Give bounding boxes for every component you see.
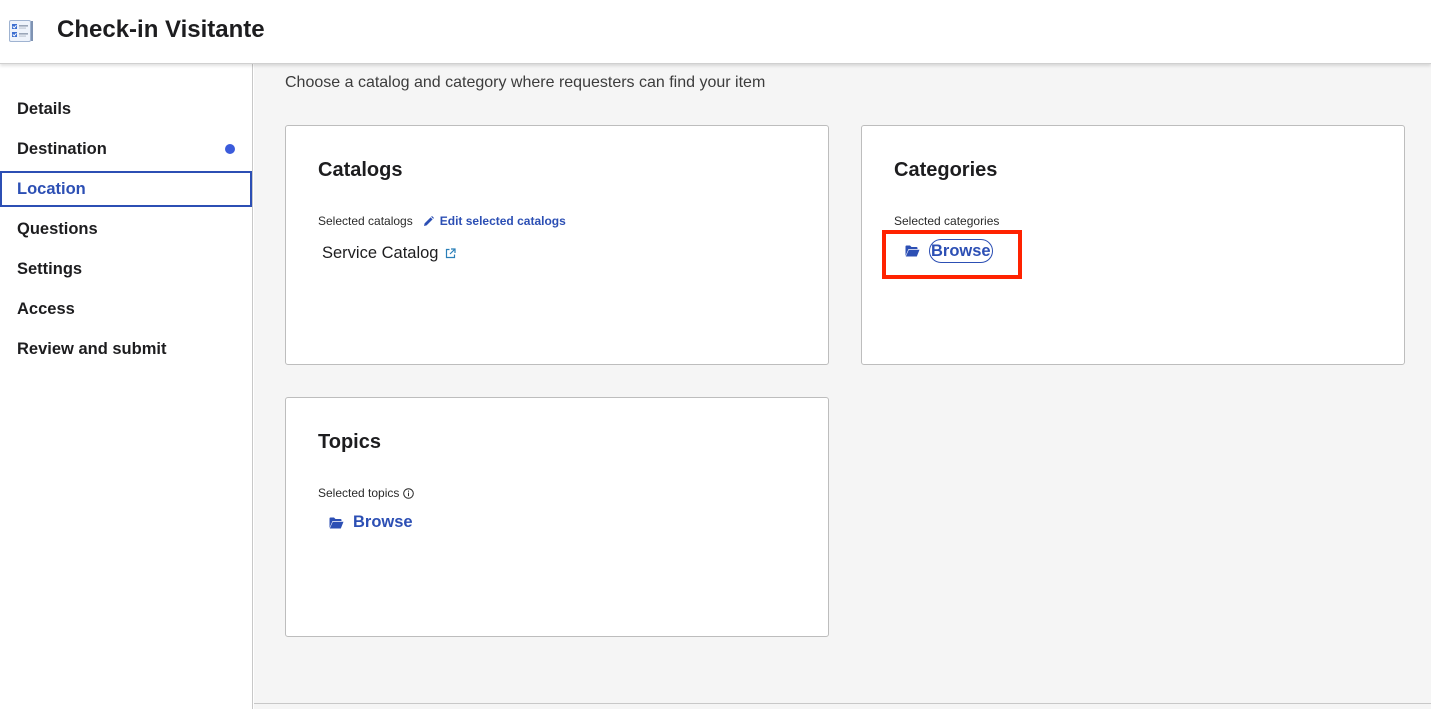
sidebar-item-access[interactable]: Access <box>0 291 252 327</box>
selected-categories-text: Selected categories <box>894 214 1000 228</box>
status-dot <box>225 144 235 154</box>
sidebar-item-destination[interactable]: Destination <box>0 131 252 167</box>
categories-card: Categories Selected categories Browse <box>861 125 1405 365</box>
main-content: Choose a catalog and category where requ… <box>254 64 1431 709</box>
service-catalog-link[interactable]: Service Catalog <box>322 244 457 263</box>
sidebar-item-label: Destination <box>17 139 107 158</box>
categories-browse-label: Browse <box>929 239 993 263</box>
app-header: Check-in Visitante <box>0 0 1431 64</box>
checklist-icon <box>9 20 33 42</box>
edit-selected-catalogs-label: Edit selected catalogs <box>439 214 566 228</box>
catalogs-title: Catalogs <box>318 159 403 181</box>
selected-categories-label: Selected categories <box>894 214 999 228</box>
pencil-icon <box>423 215 434 226</box>
catalog-name: Service Catalog <box>322 244 439 262</box>
selected-catalogs-text: Selected catalogs <box>318 214 413 228</box>
sidebar-item-details[interactable]: Details <box>0 91 252 127</box>
sidebar-item-location[interactable]: Location <box>0 171 252 207</box>
bottom-divider <box>254 703 1431 704</box>
categories-title: Categories <box>894 159 998 181</box>
topics-browse-label: Browse <box>353 513 413 531</box>
topics-title: Topics <box>318 431 381 453</box>
sidebar-item-label: Details <box>17 99 72 118</box>
sidebar-item-label: Access <box>17 299 75 318</box>
page-title: Check-in Visitante <box>57 16 265 43</box>
edit-selected-catalogs-link[interactable]: Edit selected catalogs <box>423 214 566 228</box>
sidebar-item-label: Questions <box>17 219 98 238</box>
intro-text: Choose a catalog and category where requ… <box>285 74 766 91</box>
folder-open-icon <box>329 517 344 528</box>
sidebar-item-label: Location <box>17 179 86 198</box>
selected-topics-text: Selected topics <box>318 486 400 500</box>
sidebar-item-settings[interactable]: Settings <box>0 251 252 287</box>
selected-topics-label: Selected topics <box>318 486 415 500</box>
sidebar-item-label: Settings <box>17 259 83 278</box>
sidebar-item-label: Review and submit <box>17 339 167 358</box>
catalogs-card: Catalogs Selected catalogs Edit selected… <box>285 125 829 365</box>
folder-open-icon <box>905 245 920 257</box>
info-icon[interactable] <box>403 487 415 499</box>
topics-browse-button[interactable]: Browse <box>329 513 413 532</box>
topics-card: Topics Selected topics Browse <box>285 397 829 637</box>
sidebar-item-questions[interactable]: Questions <box>0 211 252 247</box>
categories-browse-button[interactable]: Browse <box>905 239 993 263</box>
selected-catalogs-label: Selected catalogs Edit selected catalogs <box>318 214 566 228</box>
sidebar-item-review-and-submit[interactable]: Review and submit <box>0 331 252 367</box>
sidebar-nav: Details Destination Location Questions S… <box>0 64 253 709</box>
external-link-icon <box>446 248 457 259</box>
